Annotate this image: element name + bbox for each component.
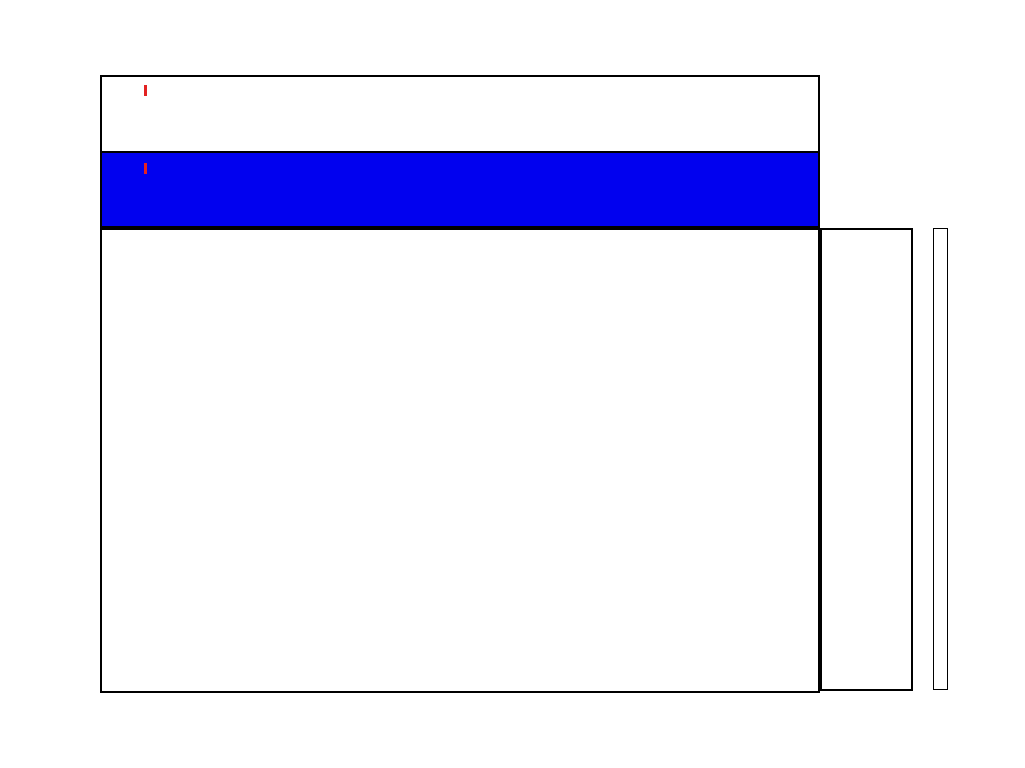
seismogram-broadband-canvas [102,77,818,151]
seismogram-filtered-canvas [102,153,818,224]
amplitude-scale-bar-icon [144,85,147,96]
seismogram-broadband-panel [100,75,820,153]
psd-panel [820,228,913,691]
spectrogram-canvas [102,230,818,691]
seismic-monitor-page [0,0,1025,768]
psd-curve-canvas [822,230,911,689]
seismogram-filtered-panel [100,153,820,228]
amplitude-scale-bar-icon [144,163,147,174]
spectrogram-panel [100,228,820,693]
colorbar-canvas [934,229,947,689]
colorbar [933,228,948,690]
